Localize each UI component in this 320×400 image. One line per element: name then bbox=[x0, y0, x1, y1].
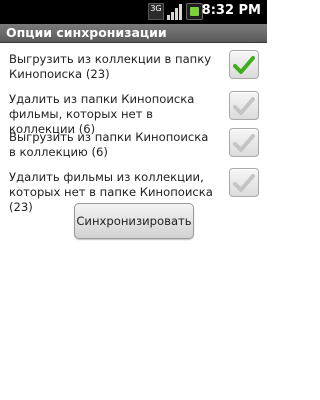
checkmark-icon bbox=[233, 134, 255, 152]
checkmark-icon bbox=[233, 56, 255, 74]
option-label: Выгрузить из коллекции в папку Кинопоиск… bbox=[9, 52, 212, 81]
checkmark-icon bbox=[233, 97, 255, 115]
page-title: Опции синхронизации bbox=[6, 25, 167, 40]
option-row-export-to-kinopoisk[interactable]: Выгрузить из коллекции в папку Кинопоиск… bbox=[0, 50, 267, 81]
status-bar: 3G 8:32 PM bbox=[0, 0, 267, 24]
signal-strength-icon bbox=[167, 3, 183, 20]
battery-icon bbox=[186, 3, 203, 20]
export-to-kinopoisk-checkbox[interactable] bbox=[229, 50, 259, 79]
option-row-delete-from-collection[interactable]: Удалить фильмы из коллекции, которых нет… bbox=[0, 168, 267, 214]
checkmark-icon bbox=[233, 174, 255, 192]
status-icons: 3G bbox=[148, 3, 203, 20]
delete-from-collection-checkbox[interactable] bbox=[229, 168, 259, 197]
import-to-collection-checkbox[interactable] bbox=[229, 128, 259, 157]
title-bar: Опции синхронизации bbox=[0, 24, 267, 43]
synchronize-button[interactable]: Синхронизировать bbox=[74, 203, 194, 239]
option-label: Выгрузить из папки Кинопоиска в коллекци… bbox=[9, 130, 209, 159]
option-row-import-to-collection[interactable]: Выгрузить из папки Кинопоиска в коллекци… bbox=[0, 128, 267, 162]
status-time: 8:32 PM bbox=[201, 3, 261, 18]
delete-from-kinopoisk-checkbox[interactable] bbox=[229, 91, 259, 120]
network-3g-icon: 3G bbox=[148, 3, 164, 20]
option-row-delete-from-kinopoisk[interactable]: Удалить из папки Кинопоиска фильмы, кото… bbox=[0, 90, 267, 136]
